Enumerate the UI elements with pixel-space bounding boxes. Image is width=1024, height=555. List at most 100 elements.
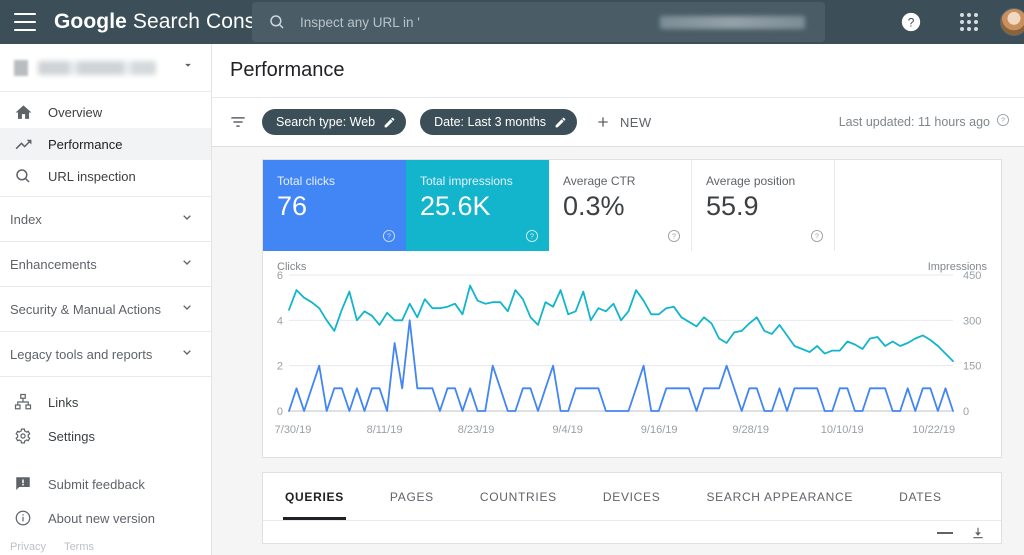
metric-label: Average CTR <box>563 174 636 188</box>
metric-card-average-position[interactable]: Average position 55.9 ? <box>692 160 835 251</box>
hamburger-menu-icon[interactable] <box>14 13 36 31</box>
sidebar-item-overview[interactable]: Overview <box>0 96 211 128</box>
metric-label: Total impressions <box>420 174 513 188</box>
tab-dates[interactable]: DATES <box>897 473 944 520</box>
property-selector[interactable] <box>0 44 211 92</box>
sidebar-section-security-manual-actions[interactable]: Security & Manual Actions <box>0 287 211 332</box>
sidebar-item-links[interactable]: Links <box>0 385 211 419</box>
chevron-down-icon <box>179 344 195 365</box>
info-icon <box>12 507 34 529</box>
chevron-down-icon <box>179 254 195 275</box>
chevron-down-icon[interactable] <box>181 58 195 77</box>
svg-text:?: ? <box>387 234 391 241</box>
last-updated-text: Last updated: 11 hours ago <box>838 115 990 129</box>
metric-card-total-impressions[interactable]: Total impressions 25.6K ? <box>406 160 549 251</box>
metric-card-empty-slot <box>835 160 1001 251</box>
tab-queries[interactable]: QUERIES <box>283 473 346 520</box>
sidebar-section-label: Legacy tools and reports <box>10 346 153 362</box>
sidebar-footer-links: Privacy Terms <box>10 541 94 553</box>
tab-label: SEARCH APPEARANCE <box>706 489 854 504</box>
app-brand: Google Search Console <box>54 10 284 34</box>
tab-devices[interactable]: DEVICES <box>601 473 663 520</box>
performance-chart: Clicks Impressions 0 2 4 6 0 150 300 450 7/30/19… <box>262 251 1002 458</box>
help-circle-icon[interactable]: ? <box>667 229 681 243</box>
filter-list-icon[interactable] <box>228 112 248 132</box>
sidebar: Overview Performance URL inspection Inde… <box>0 44 212 555</box>
url-inspection-search[interactable] <box>252 2 825 42</box>
property-favicon <box>14 59 28 76</box>
tab-label: DATES <box>899 489 942 504</box>
filter-chip-date[interactable]: Date: Last 3 months <box>420 109 578 135</box>
minus-icon[interactable] <box>937 532 953 534</box>
help-circle-icon[interactable]: ? <box>996 113 1010 132</box>
sidebar-item-label: About new version <box>48 510 155 526</box>
svg-text:6: 6 <box>277 270 283 282</box>
avatar[interactable] <box>1000 8 1024 36</box>
sidebar-section-label: Enhancements <box>10 256 97 272</box>
tab-pages[interactable]: PAGES <box>388 473 436 520</box>
svg-text:150: 150 <box>963 361 981 373</box>
svg-text:4: 4 <box>277 315 283 327</box>
svg-text:7/30/19: 7/30/19 <box>275 424 312 436</box>
gear-icon <box>12 425 34 447</box>
new-button-label: NEW <box>620 114 652 130</box>
metric-card-total-clicks[interactable]: Total clicks 76 ? <box>263 160 406 251</box>
svg-text:?: ? <box>672 234 676 241</box>
page-title: Performance <box>230 59 345 81</box>
sidebar-section-label: Index <box>10 211 42 227</box>
tab-label: COUNTRIES <box>479 489 557 504</box>
svg-text:9/28/19: 9/28/19 <box>732 424 769 436</box>
tab-countries[interactable]: COUNTRIES <box>478 473 559 520</box>
breakdown-tabs-card: QUERIES PAGES COUNTRIES DEVICES SEARCH A… <box>262 472 1002 544</box>
chip-label: Date: Last 3 months <box>434 115 547 129</box>
property-name-redacted <box>38 60 156 75</box>
help-circle-icon[interactable]: ? <box>900 11 922 33</box>
page-header: Performance <box>212 44 1024 97</box>
metric-card-average-ctr[interactable]: Average CTR 0.3% ? <box>549 160 692 251</box>
chart-canvas[interactable]: 0 2 4 6 0 150 300 450 7/30/19 8/11/19 8/23/19 9/4/1… <box>263 251 988 458</box>
privacy-link[interactable]: Privacy <box>10 541 46 553</box>
sidebar-item-about-new-version[interactable]: About new version <box>0 501 211 535</box>
last-updated: Last updated: 11 hours ago ? <box>839 113 1010 132</box>
help-circle-icon[interactable]: ? <box>382 229 396 243</box>
filter-chip-search-type[interactable]: Search type: Web <box>262 109 407 135</box>
sidebar-item-label: Performance <box>48 136 123 152</box>
pencil-icon[interactable] <box>383 116 396 129</box>
svg-text:10/22/19: 10/22/19 <box>912 424 955 436</box>
search-icon <box>12 165 34 187</box>
svg-text:9/4/19: 9/4/19 <box>552 424 583 436</box>
sidebar-section-enhancements[interactable]: Enhancements <box>0 242 211 287</box>
metric-value: 25.6K <box>420 191 491 221</box>
terms-link[interactable]: Terms <box>64 541 94 553</box>
help-circle-icon[interactable]: ? <box>810 229 824 243</box>
metric-label: Average position <box>706 174 796 188</box>
help-circle-icon[interactable]: ? <box>525 229 539 243</box>
pencil-icon[interactable] <box>554 116 567 129</box>
sidebar-nav-tertiary: Submit feedback About new version <box>0 457 211 539</box>
download-icon[interactable] <box>971 526 985 540</box>
chevron-down-icon <box>179 299 195 320</box>
redacted-property-name <box>660 16 805 29</box>
tab-label: QUERIES <box>285 489 344 504</box>
sidebar-item-performance[interactable]: Performance <box>0 128 211 160</box>
top-app-bar: Google Search Console ? <box>0 0 1024 44</box>
metric-value: 55.9 <box>706 191 759 221</box>
svg-text:10/10/19: 10/10/19 <box>821 424 864 436</box>
add-new-filter-button[interactable]: NEW <box>595 114 652 130</box>
tab-label: DEVICES <box>602 489 661 504</box>
sidebar-item-submit-feedback[interactable]: Submit feedback <box>0 467 211 501</box>
apps-grid-icon[interactable] <box>958 11 980 33</box>
svg-text:?: ? <box>908 16 915 30</box>
sidebar-item-label: Submit feedback <box>48 476 145 492</box>
sidebar-item-url-inspection[interactable]: URL inspection <box>0 160 211 192</box>
sidebar-item-label: Links <box>48 394 79 410</box>
sidebar-item-label: URL inspection <box>48 168 136 184</box>
sidebar-section-index[interactable]: Index <box>0 197 211 242</box>
sidebar-section-legacy-tools[interactable]: Legacy tools and reports <box>0 332 211 377</box>
svg-text:?: ? <box>815 234 819 241</box>
sidebar-item-settings[interactable]: Settings <box>0 419 211 453</box>
trending-up-icon <box>12 133 34 155</box>
plus-icon <box>595 114 611 130</box>
metric-cards: Total clicks 76 ? Total impressions 25.6… <box>262 159 1002 251</box>
tab-search-appearance[interactable]: SEARCH APPEARANCE <box>704 473 855 520</box>
